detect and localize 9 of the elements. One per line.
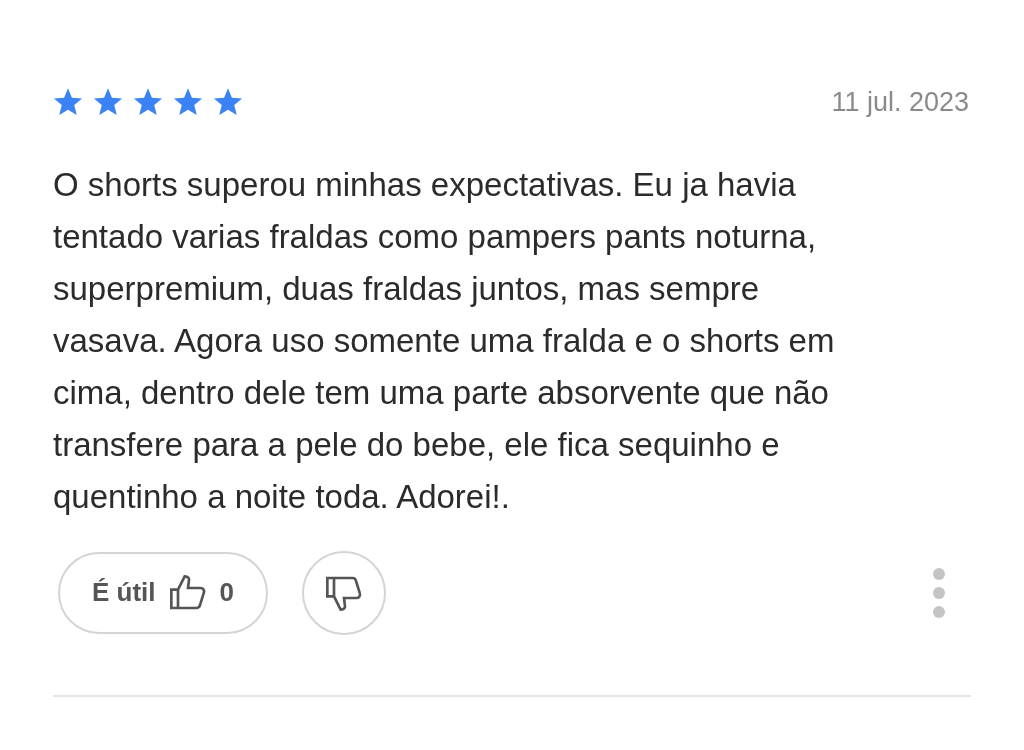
star-icon [53, 87, 83, 117]
thumbs-down-button[interactable] [302, 550, 387, 635]
star-icon [93, 87, 123, 117]
star-icon [133, 87, 163, 117]
star-icon [213, 87, 243, 117]
review-date: 11 jul. 2023 [831, 86, 969, 119]
helpful-button[interactable]: É útil 0 [58, 551, 269, 634]
star-icon [173, 87, 203, 117]
review-text: O shorts superou minhas expectativas. Eu ja havia tentado varias fraldas como pampers pants noturna, superpremium, duas fraldas juntos, mas sempre vasava. Agora uso somente uma fralda e o shorts em cima, dentro dele tem uma parte absorvente que não transfere para a pele do bebe, ele fica sequinho e quentinho a noite toda. Adorei!. [53, 164, 836, 517]
